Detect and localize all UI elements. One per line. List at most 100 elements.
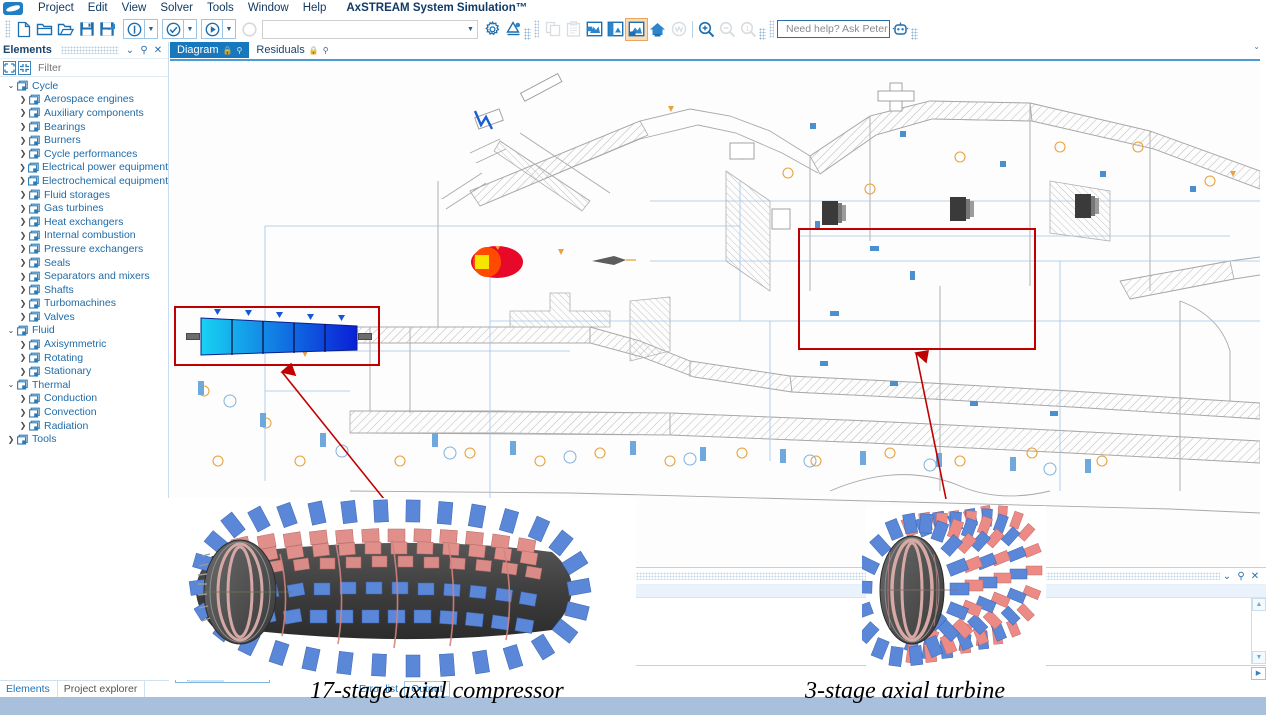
- menu-project[interactable]: Project: [31, 0, 81, 16]
- tree-item-axisymmetric[interactable]: ❯ Axisymmetric: [0, 337, 168, 351]
- panel-drag-handle[interactable]: [60, 46, 119, 54]
- tree-item-cycle[interactable]: ⌄ Cycle: [0, 79, 168, 93]
- chevron-right-icon[interactable]: ❯: [17, 367, 29, 376]
- menu-tools[interactable]: Tools: [200, 0, 241, 16]
- chevron-right-icon[interactable]: ❯: [17, 217, 29, 226]
- run-split-button[interactable]: ▼: [201, 19, 236, 39]
- run-play-icon[interactable]: [202, 20, 222, 38]
- info-split-button[interactable]: ▼: [123, 19, 158, 39]
- paste-icon[interactable]: [563, 19, 584, 40]
- tree-item-shafts[interactable]: ❯ Shafts: [0, 283, 168, 297]
- filter-input[interactable]: [33, 60, 175, 75]
- tree-item-heat-exchangers[interactable]: ❯ Heat exchangers: [0, 215, 168, 229]
- menu-help[interactable]: Help: [296, 0, 334, 16]
- toolbar-overflow-icon-3[interactable]: [911, 28, 918, 40]
- open-folder-icon[interactable]: [34, 19, 55, 40]
- pin-icon[interactable]: ⚲: [1234, 571, 1248, 582]
- toolbar-grip-2[interactable]: [534, 20, 539, 38]
- tree-item-stationary[interactable]: ❯ Stationary: [0, 364, 168, 378]
- scroll-right-icon[interactable]: ▶: [1251, 666, 1266, 680]
- save-icon[interactable]: [76, 19, 97, 40]
- zoom-in-icon[interactable]: [696, 19, 717, 40]
- turbine-selection-box[interactable]: [798, 228, 1036, 350]
- tree-item-tools[interactable]: ❯ Tools: [0, 432, 168, 446]
- tree-item-valves[interactable]: ❯ Valves: [0, 310, 168, 324]
- watermark-icon[interactable]: [668, 19, 689, 40]
- tree-item-fluid[interactable]: ⌄ Fluid: [0, 324, 168, 338]
- info-circle-icon[interactable]: [124, 20, 144, 38]
- lock-icon[interactable]: 🔒: [223, 46, 233, 55]
- chevron-down-icon[interactable]: ▼: [183, 20, 196, 38]
- tab-residuals[interactable]: Residuals 🔒 ⚲: [249, 42, 335, 58]
- scroll-down-icon[interactable]: ▼: [1252, 651, 1266, 664]
- chevron-down-icon[interactable]: ▼: [144, 20, 157, 38]
- chevron-right-icon[interactable]: ❯: [17, 312, 29, 321]
- output-vertical-scrollbar[interactable]: ▲ ▼: [1251, 598, 1266, 664]
- tree-item-internal-combustion[interactable]: ❯ Internal combustion: [0, 229, 168, 243]
- tree-item-radiation[interactable]: ❯ Radiation: [0, 419, 168, 433]
- chevron-right-icon[interactable]: ❯: [17, 299, 29, 308]
- validate-split-button[interactable]: ▼: [162, 19, 197, 39]
- tree-item-electrochemical-equipment[interactable]: ❯ Electrochemical equipment: [0, 174, 168, 188]
- chevron-right-icon[interactable]: ❯: [17, 408, 29, 417]
- toolbar-grip-3[interactable]: [769, 20, 774, 38]
- assistant-bot-icon[interactable]: [890, 19, 911, 40]
- tree-item-aerospace-engines[interactable]: ❯ Aerospace engines: [0, 93, 168, 107]
- tree-item-auxiliary-components[interactable]: ❯ Auxiliary components: [0, 106, 168, 120]
- chevron-down-icon[interactable]: ▼: [222, 20, 235, 38]
- chevron-right-icon[interactable]: ❯: [17, 258, 29, 267]
- zoom-out-icon[interactable]: [717, 19, 738, 40]
- new-document-icon[interactable]: [13, 19, 34, 40]
- menu-window[interactable]: Window: [241, 0, 296, 16]
- menu-solver[interactable]: Solver: [153, 0, 200, 16]
- chevron-down-icon[interactable]: ▼: [464, 26, 477, 33]
- chevron-down-icon[interactable]: ⌄: [5, 81, 17, 90]
- chevron-right-icon[interactable]: ❯: [17, 176, 28, 185]
- chevron-right-icon[interactable]: ❯: [17, 95, 29, 104]
- chevron-right-icon[interactable]: ❯: [17, 231, 29, 240]
- tree-item-separators-and-mixers[interactable]: ❯ Separators and mixers: [0, 269, 168, 283]
- background-image-icon[interactable]: [625, 17, 648, 41]
- tree-item-turbomachines[interactable]: ❯ Turbomachines: [0, 297, 168, 311]
- tree-item-seals[interactable]: ❯ Seals: [0, 256, 168, 270]
- copy-icon[interactable]: [542, 19, 563, 40]
- chevron-down-icon[interactable]: ⌄: [5, 326, 17, 335]
- units-icon[interactable]: [503, 19, 524, 40]
- tree-item-bearings[interactable]: ❯ Bearings: [0, 120, 168, 134]
- lock-icon[interactable]: 🔒: [309, 46, 319, 55]
- tree-item-electrical-power-equipment[interactable]: ❯ Electrical power equipment: [0, 161, 168, 175]
- tab-diagram[interactable]: Diagram 🔒 ⚲: [170, 42, 250, 58]
- solver-mode-combo[interactable]: ▼: [262, 19, 478, 39]
- scroll-up-icon[interactable]: ▲: [1252, 598, 1266, 611]
- close-icon[interactable]: ✕: [1248, 571, 1262, 582]
- chevron-right-icon[interactable]: ❯: [17, 340, 29, 349]
- chevron-right-icon[interactable]: ❯: [17, 122, 29, 131]
- tab-project-explorer[interactable]: Project explorer: [56, 680, 146, 697]
- chevron-down-icon[interactable]: ⌄: [123, 45, 137, 56]
- chevron-right-icon[interactable]: ❯: [17, 394, 29, 403]
- chevron-down-icon[interactable]: ⌄: [1220, 571, 1234, 582]
- zoom-100-icon[interactable]: 1: [738, 19, 759, 40]
- chevron-right-icon[interactable]: ❯: [17, 163, 28, 172]
- chevron-right-icon[interactable]: ❯: [17, 244, 29, 253]
- open-recent-icon[interactable]: [55, 19, 76, 40]
- close-icon[interactable]: ✕: [151, 45, 165, 56]
- fit-diagram-icon[interactable]: [584, 19, 605, 40]
- chevron-right-icon[interactable]: ❯: [17, 285, 29, 294]
- expand-all-icon[interactable]: [3, 60, 16, 75]
- chevron-right-icon[interactable]: ❯: [5, 435, 17, 444]
- axial-compressor-element[interactable]: [186, 309, 372, 358]
- tree-item-burners[interactable]: ❯ Burners: [0, 133, 168, 147]
- diagram-canvas[interactable]: [170, 59, 1260, 567]
- tree-item-cycle-performances[interactable]: ❯ Cycle performances: [0, 147, 168, 161]
- tree-item-rotating[interactable]: ❯ Rotating: [0, 351, 168, 365]
- tree-item-conduction[interactable]: ❯ Conduction: [0, 392, 168, 406]
- pin-icon[interactable]: ⚲: [237, 46, 243, 55]
- chevron-right-icon[interactable]: ❯: [17, 204, 29, 213]
- tree-item-convection[interactable]: ❯ Convection: [0, 405, 168, 419]
- chevron-right-icon[interactable]: ❯: [17, 353, 29, 362]
- tree-item-fluid-storages[interactable]: ❯ Fluid storages: [0, 188, 168, 202]
- pin-icon[interactable]: ⚲: [323, 46, 329, 55]
- chevron-right-icon[interactable]: ❯: [17, 272, 29, 281]
- check-circle-icon[interactable]: [163, 20, 183, 38]
